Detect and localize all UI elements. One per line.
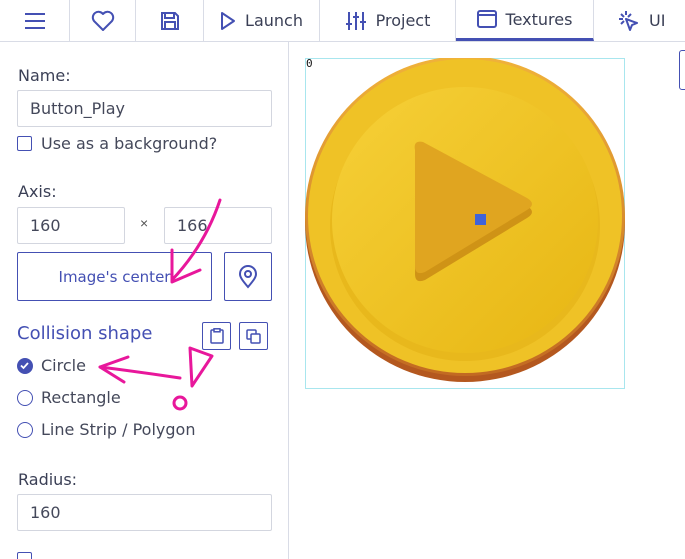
- radio-rectangle[interactable]: [17, 390, 33, 406]
- menu-icon: [24, 12, 45, 29]
- texture-properties-panel: Name: Button_Play Use as a background? A…: [0, 42, 289, 559]
- save-icon: [160, 11, 179, 30]
- window-icon: [476, 10, 497, 28]
- radio-polygon[interactable]: [17, 422, 33, 438]
- background-checkbox-label: Use as a background?: [41, 134, 218, 153]
- play-icon: [221, 11, 236, 30]
- tab-textures[interactable]: Textures: [456, 0, 594, 41]
- paste-shape-button[interactable]: [202, 322, 231, 350]
- axis-separator: ×: [140, 215, 149, 231]
- project-label: Project: [375, 11, 431, 30]
- menu-button[interactable]: [0, 0, 70, 41]
- radio-circle[interactable]: [17, 358, 33, 374]
- extra-checkbox[interactable]: [17, 552, 32, 559]
- heart-icon: [91, 10, 114, 31]
- name-label: Name:: [18, 66, 71, 85]
- top-toolbar: Launch Project Textures UI: [0, 0, 685, 42]
- clipboard-icon: [209, 328, 224, 344]
- pick-axis-button[interactable]: [224, 252, 272, 301]
- radio-circle-label: Circle: [41, 356, 86, 375]
- ui-label: UI: [649, 11, 666, 30]
- sliders-icon: [345, 11, 366, 30]
- axis-y-input[interactable]: 166: [164, 207, 272, 244]
- check-icon: [20, 362, 29, 370]
- favorite-button[interactable]: [70, 0, 136, 41]
- textures-label: Textures: [505, 9, 573, 29]
- launch-button[interactable]: Launch: [204, 0, 320, 41]
- save-button[interactable]: [136, 0, 204, 41]
- collision-shape-title: Collision shape: [17, 323, 153, 344]
- axis-label: Axis:: [18, 182, 57, 201]
- tab-ui[interactable]: UI: [594, 0, 685, 41]
- project-button[interactable]: Project: [320, 0, 456, 41]
- canvas-tool-button[interactable]: [679, 50, 685, 90]
- radio-polygon-label: Line Strip / Polygon: [41, 420, 196, 439]
- background-checkbox[interactable]: [17, 136, 32, 151]
- radio-rectangle-label: Rectangle: [41, 388, 121, 407]
- cursor-click-icon: [619, 10, 638, 31]
- name-input[interactable]: Button_Play: [17, 90, 272, 127]
- map-pin-icon: [238, 264, 258, 289]
- play-button-texture: [305, 58, 625, 382]
- radius-input[interactable]: 160: [17, 494, 272, 531]
- copy-shape-button[interactable]: [239, 322, 268, 350]
- image-center-button[interactable]: Image's center: [17, 252, 212, 301]
- radius-label: Radius:: [18, 470, 78, 489]
- launch-label: Launch: [245, 11, 303, 30]
- axis-x-input[interactable]: 160: [17, 207, 125, 244]
- copy-icon: [246, 328, 261, 344]
- texture-preview-canvas[interactable]: 0: [290, 42, 685, 559]
